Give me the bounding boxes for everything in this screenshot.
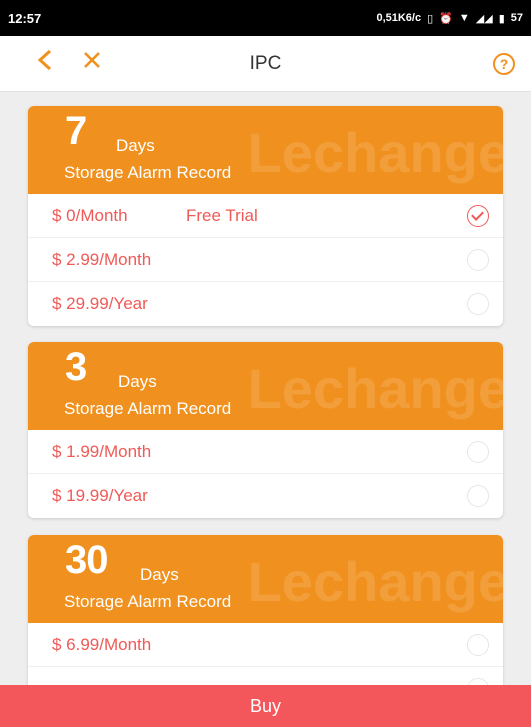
plan-header: Lechange 3 Days Storage Alarm Record [28,342,503,430]
battery-icon: ▮ [498,12,505,25]
radio-icon[interactable] [467,441,489,463]
radio-icon[interactable] [467,293,489,315]
nav-bar: IPC ? [0,36,531,92]
help-icon[interactable]: ? [493,53,515,75]
help-label: ? [499,56,509,72]
plan-days-label: Days [140,565,179,584]
plan-storage-label: Storage Alarm Record [64,592,232,611]
status-time: 12:57 [8,10,42,26]
radio-icon[interactable] [467,678,489,685]
plan-option[interactable]: $ 19.99/Year [28,474,503,518]
option-price: $ 19.99/Year [52,486,148,505]
radio-icon[interactable] [467,634,489,656]
plan-days-label: Days [118,372,157,391]
plan-storage-label: Storage Alarm Record [64,163,232,182]
network-speed: 0,51K6/c [376,12,422,24]
alarm-icon: ⏰ [439,12,453,25]
plan-option[interactable]: $ 29.99/Year [28,282,503,326]
plan-storage-label: Storage Alarm Record [64,399,232,418]
buy-button[interactable]: Buy [0,685,531,727]
buy-label: Buy [249,695,282,716]
plan-header: Lechange 7 Days Storage Alarm Record [28,106,503,194]
status-icons: 0,51K6/c ▯ ⏰ ▼ ◢◢ ▮ 57 [376,12,523,25]
brand-watermark: Lechange [247,357,503,420]
plan-days-number: 3 [65,345,87,389]
option-price: $ 1.99/Month [52,442,152,461]
vibrate-icon: ▯ [427,12,434,25]
wifi-icon: ▼ [458,12,470,24]
signal-icon: ◢◢ [475,12,493,25]
brand-watermark: Lechange [247,550,503,613]
option-price: $ 6.99/Month [52,635,152,654]
option-price: $ 29.99/Year [52,294,148,313]
plan-header: Lechange 30 Days Storage Alarm Record [28,535,503,623]
radio-icon[interactable] [467,249,489,271]
plan-card-3-days: Lechange 3 Days Storage Alarm Record $ 1… [28,342,503,518]
radio-icon[interactable] [467,485,489,507]
status-bar: 12:57 0,51K6/c ▯ ⏰ ▼ ◢◢ ▮ 57 [0,0,531,36]
battery-level: 57 [510,12,523,24]
option-price: $ 2.99/Month [52,250,152,269]
option-free-trial: Free Trial [186,206,258,225]
plan-option[interactable]: $ 2.99/Month [28,238,503,282]
radio-checked-icon[interactable] [467,205,489,227]
plan-days-label: Days [116,136,155,155]
plan-days-number: 7 [65,109,87,153]
plan-option-partial[interactable] [28,667,503,685]
page-title: IPC [249,53,282,74]
brand-watermark: Lechange [247,121,503,184]
plan-list: Lechange 7 Days Storage Alarm Record $ 0… [0,92,531,685]
plan-days-number: 30 [65,538,108,582]
plan-option[interactable]: $ 6.99/Month [28,623,503,667]
plan-card-30-days: Lechange 30 Days Storage Alarm Record $ … [28,535,503,685]
plan-card-7-days: Lechange 7 Days Storage Alarm Record $ 0… [28,106,503,326]
plan-option[interactable]: $ 0/Month Free Trial [28,194,503,238]
option-price: $ 0/Month [52,206,128,225]
plan-option[interactable]: $ 1.99/Month [28,430,503,474]
